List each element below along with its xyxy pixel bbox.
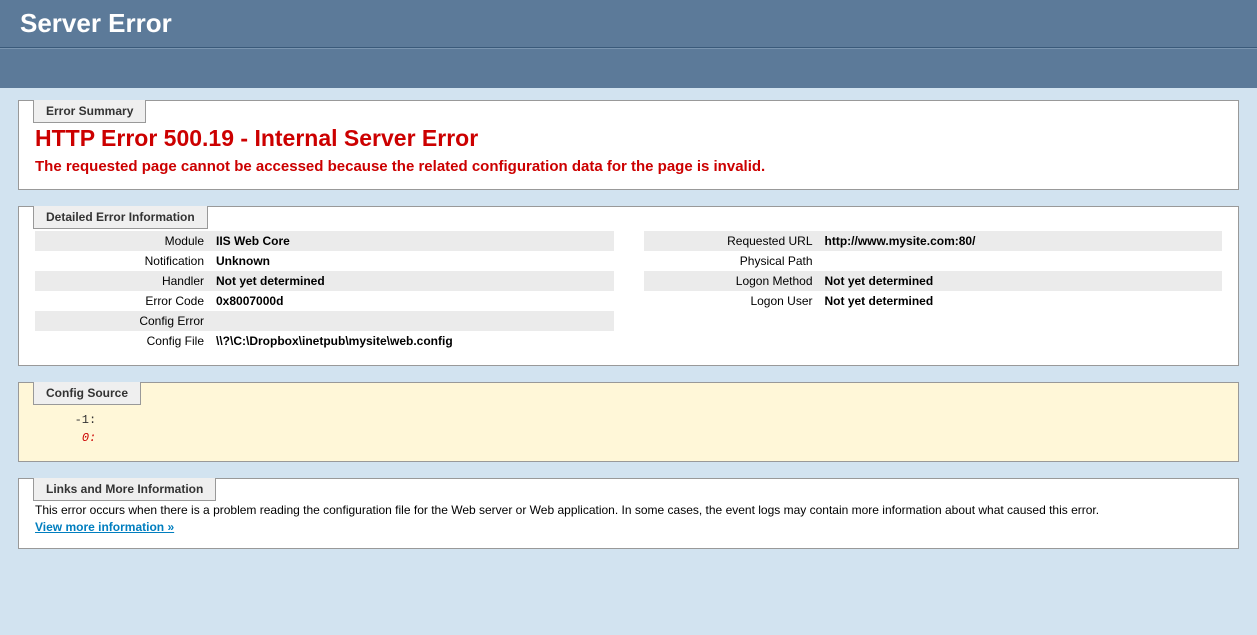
table-row: Config Error [35,311,614,331]
error-description: The requested page cannot be accessed be… [35,158,1222,175]
detail-label: Module [35,231,210,251]
detail-value: Not yet determined [819,271,1223,291]
detail-label: Notification [35,251,210,271]
detail-label: Logon Method [644,271,819,291]
detail-label: Config File [35,331,210,351]
detail-value: Unknown [210,251,614,271]
detail-value [819,251,1223,271]
error-summary-legend: Error Summary [33,100,146,123]
header-sub-bar [0,48,1257,88]
table-row: Logon MethodNot yet determined [644,271,1223,291]
table-row: Error Code0x8007000d [35,291,614,311]
detail-value: Not yet determined [210,271,614,291]
detail-value: Not yet determined [819,291,1223,311]
detail-label: Handler [35,271,210,291]
detailed-error-panel: Detailed Error Information ModuleIIS Web… [18,206,1239,366]
page-title: Server Error [20,8,1237,39]
table-row: Physical Path [644,251,1223,271]
error-title: HTTP Error 500.19 - Internal Server Erro… [35,125,1222,152]
links-text: This error occurs when there is a proble… [35,503,1222,517]
error-summary-panel: Error Summary HTTP Error 500.19 - Intern… [18,100,1239,190]
detail-table-left: ModuleIIS Web CoreNotificationUnknownHan… [35,231,614,351]
detail-label: Error Code [35,291,210,311]
content-area: Error Summary HTTP Error 500.19 - Intern… [0,88,1257,577]
detail-label: Physical Path [644,251,819,271]
detailed-error-legend: Detailed Error Information [33,206,208,229]
detail-right-column: Requested URLhttp://www.mysite.com:80/Ph… [644,231,1223,351]
view-more-information-link[interactable]: View more information » [35,520,174,534]
detail-value [210,311,614,331]
table-row: Logon UserNot yet determined [644,291,1223,311]
table-row: HandlerNot yet determined [35,271,614,291]
detail-value: IIS Web Core [210,231,614,251]
table-row: ModuleIIS Web Core [35,231,614,251]
detail-label: Requested URL [644,231,819,251]
config-source-panel: Config Source -1: 0: [18,382,1239,462]
detail-left-column: ModuleIIS Web CoreNotificationUnknownHan… [35,231,614,351]
table-row: Requested URLhttp://www.mysite.com:80/ [644,231,1223,251]
links-panel: Links and More Information This error oc… [18,478,1239,549]
table-row: Config File\\?\C:\Dropbox\inetpub\mysite… [35,331,614,351]
detail-value: 0x8007000d [210,291,614,311]
links-legend: Links and More Information [33,478,216,501]
header-bar: Server Error [0,0,1257,48]
config-source-line-neg1: -1: [53,411,1222,429]
detail-label: Config Error [35,311,210,331]
config-source-content: -1: 0: [53,411,1222,447]
detail-value: http://www.mysite.com:80/ [819,231,1223,251]
detail-label: Logon User [644,291,819,311]
config-source-legend: Config Source [33,382,141,405]
detail-value: \\?\C:\Dropbox\inetpub\mysite\web.config [210,331,614,351]
detail-table-right: Requested URLhttp://www.mysite.com:80/Ph… [644,231,1223,311]
config-source-line-0: 0: [53,429,1222,447]
table-row: NotificationUnknown [35,251,614,271]
